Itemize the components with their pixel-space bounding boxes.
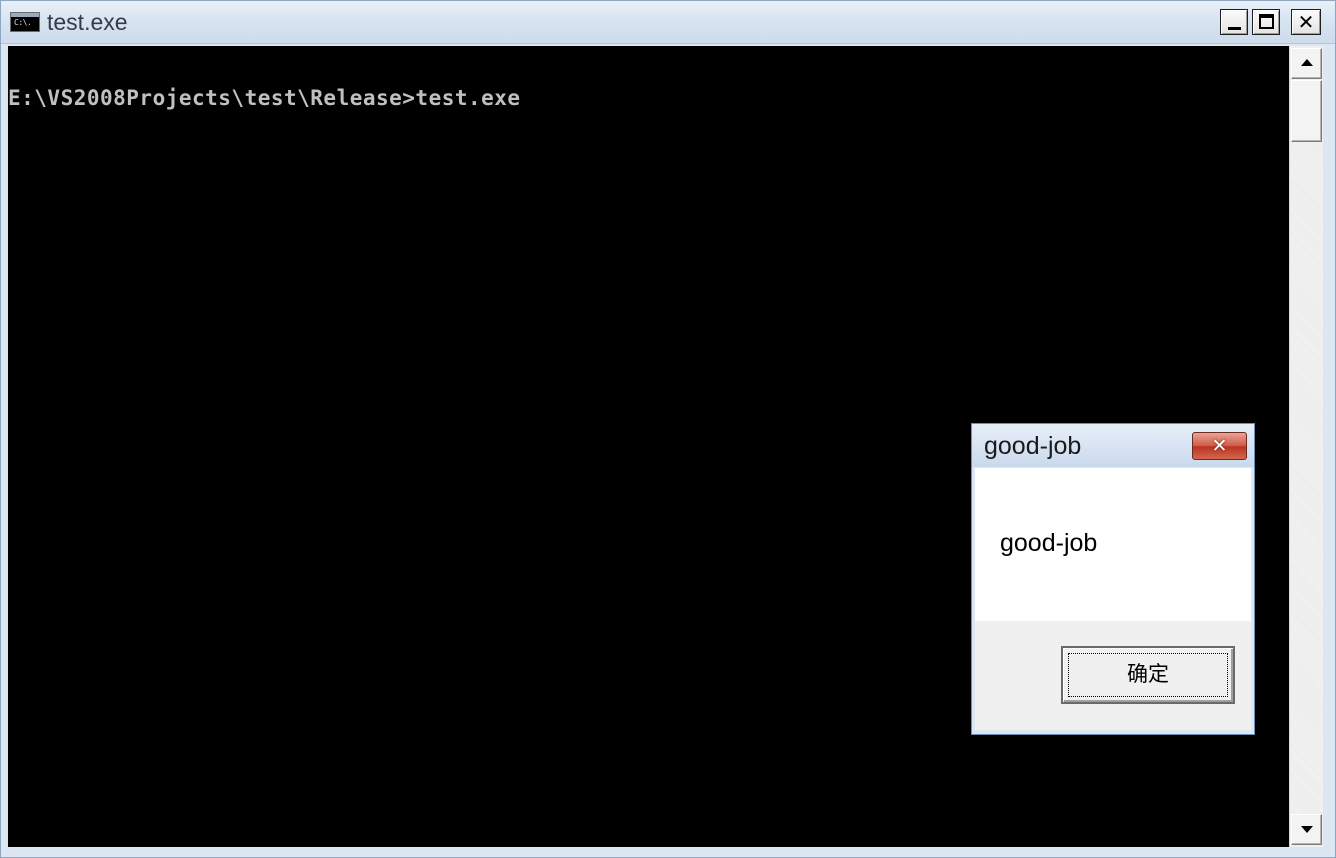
dialog-title: good-job xyxy=(984,432,1082,460)
dialog-body: good-job xyxy=(975,468,1251,621)
maximize-icon xyxy=(1259,14,1274,29)
scrollbar-thumb[interactable] xyxy=(1291,80,1322,142)
dialog-message: good-job xyxy=(1000,529,1098,557)
ok-button[interactable]: 确定 xyxy=(1061,646,1235,704)
console-icon[interactable]: C:\. xyxy=(10,12,40,32)
console-line: E:\VS2008Projects\test\Release>test.exe xyxy=(8,86,521,110)
arrow-up-icon xyxy=(1301,59,1313,66)
close-button[interactable]: ✕ xyxy=(1291,9,1321,35)
close-icon: ✕ xyxy=(1297,10,1315,34)
dialog-close-button[interactable]: ✕ xyxy=(1192,432,1247,460)
window-title: test.exe xyxy=(47,9,128,35)
dialog-footer: 确定 xyxy=(975,621,1251,730)
title-bar[interactable]: C:\. test.exe ✕ xyxy=(1,1,1335,44)
dialog-title-bar[interactable]: good-job ✕ xyxy=(972,424,1254,467)
scroll-up-button[interactable] xyxy=(1291,48,1322,79)
console-icon-text: C:\. xyxy=(14,18,32,27)
arrow-down-icon xyxy=(1301,826,1313,833)
minimize-icon xyxy=(1228,27,1241,30)
ok-button-label: 确定 xyxy=(1127,662,1169,686)
console-window: C:\. test.exe ✕ E:\VS2008Projects\test\R… xyxy=(0,0,1336,858)
vertical-scrollbar[interactable] xyxy=(1289,46,1323,847)
message-box: good-job ✕ good-job 确定 xyxy=(971,423,1255,735)
maximize-button[interactable] xyxy=(1252,9,1280,35)
minimize-button[interactable] xyxy=(1220,9,1248,35)
scroll-down-button[interactable] xyxy=(1291,814,1322,845)
close-icon: ✕ xyxy=(1211,435,1228,457)
